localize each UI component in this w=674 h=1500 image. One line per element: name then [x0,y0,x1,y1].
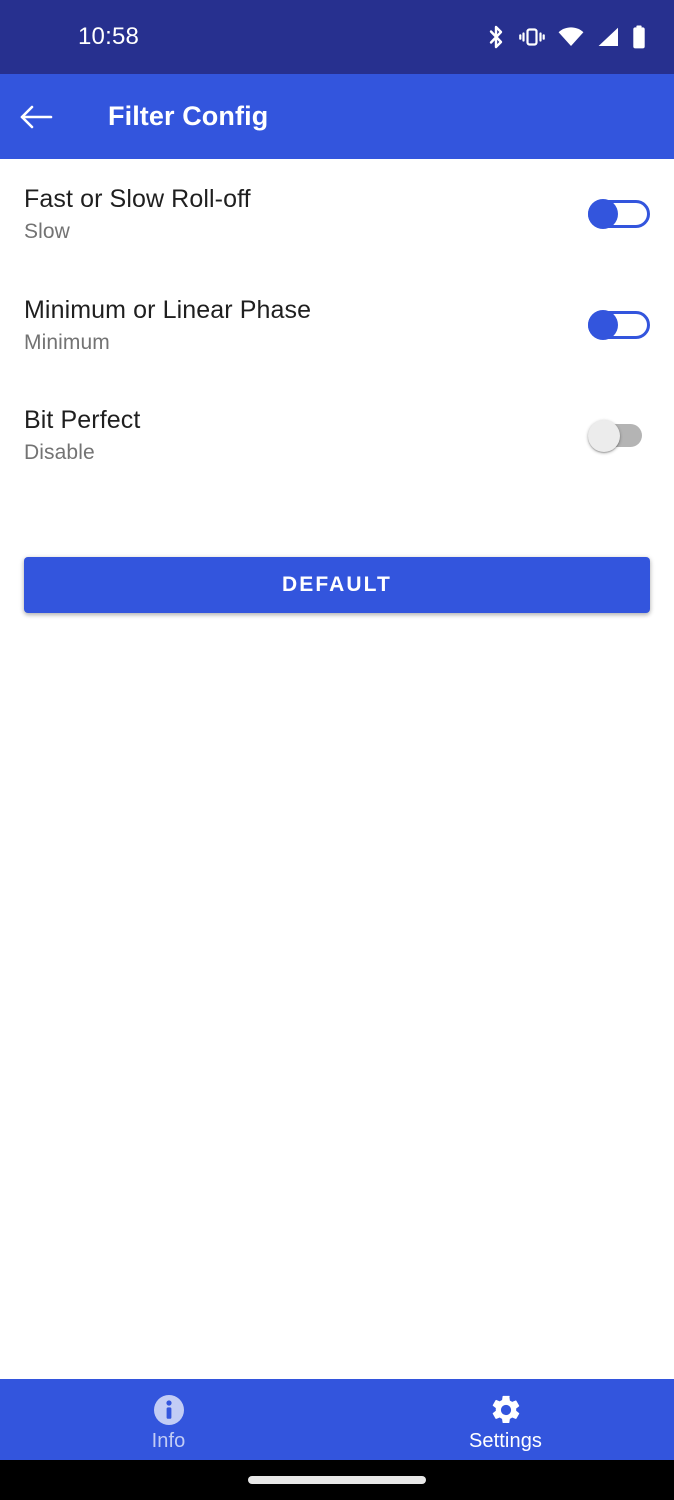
battery-icon [632,25,646,49]
status-bar-icons [486,24,646,50]
preference-text: Bit Perfect Disable [24,406,140,465]
preference-list: Fast or Slow Roll-off Slow Minimum or Li… [0,159,674,1379]
preference-row-fast-or-slow-rolloff[interactable]: Fast or Slow Roll-off Slow [0,159,674,270]
bottom-navigation-bar: Info Settings [0,1379,674,1460]
preference-title: Bit Perfect [24,406,141,435]
status-bar-clock: 10:58 [78,23,140,50]
gesture-home-pill[interactable] [248,1476,426,1484]
back-button[interactable] [0,74,72,159]
default-button-container: DEFAULT [0,491,674,613]
switch-minimum-or-linear-phase[interactable] [588,309,650,340]
vibrate-icon [519,26,545,48]
phone-screen: 10:58 Filter Config Fast or Slow Roll-of… [0,0,674,1500]
wifi-icon [558,27,584,47]
gear-icon [489,1393,523,1427]
default-button[interactable]: DEFAULT [24,556,650,613]
status-bar: 10:58 [0,0,674,74]
nav-item-label: Info [151,1429,186,1452]
preference-summary: Disable [24,441,95,465]
preference-text: Fast or Slow Roll-off Slow [24,185,251,244]
preference-title: Fast or Slow Roll-off [24,185,251,213]
switch-thumb [588,309,618,340]
nav-item-label: Settings [468,1429,543,1452]
preference-row-minimum-or-linear-phase[interactable]: Minimum or Linear Phase Minimum [0,270,674,381]
preference-summary: Minimum [24,330,110,354]
cellular-signal-icon [597,27,619,47]
preference-text: Minimum or Linear Phase Minimum [24,296,311,355]
app-bar: Filter Config [0,74,674,159]
nav-item-settings[interactable]: Settings [337,1379,674,1460]
switch-thumb [588,420,620,453]
switch-bit-perfect[interactable] [588,420,650,453]
back-arrow-icon [19,104,53,130]
gesture-navigation-area [0,1460,674,1500]
preference-summary: Slow [24,220,70,243]
preference-row-bit-perfect[interactable]: Bit Perfect Disable [0,380,674,491]
nav-item-info[interactable]: Info [0,1379,337,1460]
preference-title: Minimum or Linear Phase [24,295,312,324]
switch-fast-or-slow-rolloff[interactable] [588,199,650,230]
bluetooth-icon [486,24,506,50]
info-circle-icon [153,1393,185,1427]
page-title: Filter Config [108,101,269,131]
